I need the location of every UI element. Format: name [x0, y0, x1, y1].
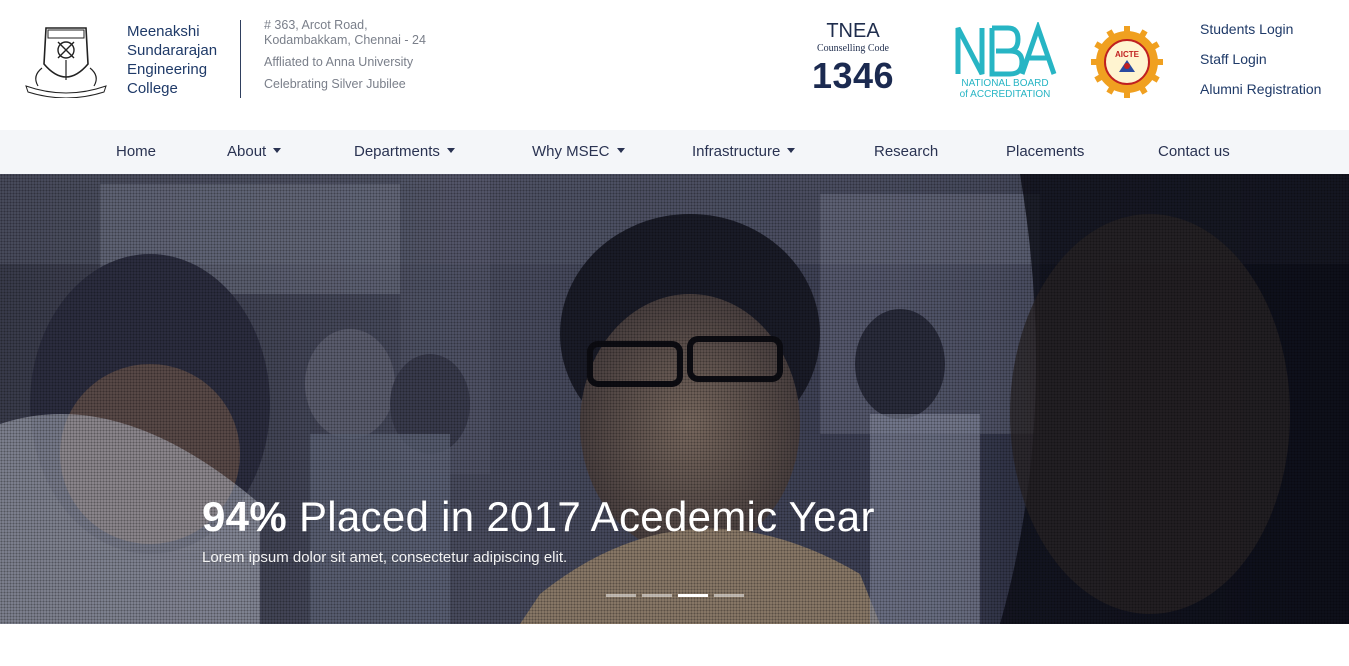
aicte-logo: AICTE [1091, 26, 1163, 98]
nav-item-departments[interactable]: Departments [354, 143, 455, 161]
tnea-counselling-code: TNEA Counselling Code 1346 [805, 20, 901, 97]
tnea-code: 1346 [811, 55, 895, 96]
nav-item-label: About [227, 143, 267, 160]
login-links: Students Login Staff Login Alumni Regist… [1200, 19, 1321, 109]
college-address: # 363, Arcot Road, Kodambakkam, Chennai … [264, 18, 426, 92]
nba-text-line1: NATIONAL BOARD [961, 78, 1048, 89]
nav-item-about[interactable]: About [227, 143, 282, 161]
nav-item-placements[interactable]: Placements [1006, 143, 1084, 161]
alumni-registration-link[interactable]: Alumni Registration [1200, 79, 1321, 99]
hero-title: 94% Placed in 2017 Acedemic Year [202, 492, 875, 542]
main-navigation: Home About Departments Why MSEC Infrastr… [0, 130, 1349, 174]
carousel-indicator-2[interactable] [642, 594, 672, 597]
students-login-link[interactable]: Students Login [1200, 19, 1321, 39]
carousel-indicator-4[interactable] [714, 594, 744, 597]
nav-item-label: Why MSEC [532, 143, 610, 160]
caret-down-icon [616, 148, 625, 153]
carousel-indicator-3[interactable] [678, 594, 708, 597]
caret-down-icon [273, 148, 282, 153]
nba-logo: NATIONAL BOARD of ACCREDITATION [955, 22, 1057, 100]
nav-item-label: Departments [354, 143, 440, 160]
nba-text-line2: of ACCREDITATION [960, 89, 1051, 100]
caret-down-icon [446, 148, 455, 153]
nav-item-label: Infrastructure [692, 143, 781, 160]
hero-carousel[interactable]: 94% Placed in 2017 Acedemic Year Lorem i… [0, 174, 1349, 624]
college-name-line: College [127, 80, 178, 97]
nav-item-label: Home [116, 143, 157, 160]
nav-item-home[interactable]: Home [116, 143, 156, 161]
nav-item-research[interactable]: Research [874, 143, 938, 161]
site-header: Meenakshi Sundararajan Engineering Colle… [0, 0, 1349, 130]
college-name-line: Meenakshi [127, 23, 200, 40]
address-line-1: # 363, Arcot Road, [264, 18, 368, 32]
header-divider [240, 20, 241, 98]
tnea-title: TNEA [826, 20, 880, 42]
college-name-line: Sundararajan [127, 42, 218, 59]
college-name[interactable]: Meenakshi Sundararajan Engineering Colle… [127, 22, 217, 98]
affiliation-text: Affliated to Anna University [264, 55, 414, 69]
carousel-indicator-1[interactable] [606, 594, 636, 597]
tnea-subtitle: Counselling Code [817, 43, 889, 54]
staff-login-link[interactable]: Staff Login [1200, 49, 1321, 69]
caret-down-icon [787, 148, 796, 153]
hero-subtitle: Lorem ipsum dolor sit amet, consectetur … [202, 549, 568, 566]
nav-item-why-msec[interactable]: Why MSEC [532, 143, 625, 161]
address-line-2: Kodambakkam, Chennai - 24 [264, 33, 426, 47]
nav-item-contact-us[interactable]: Contact us [1158, 143, 1230, 161]
nav-item-label: Placements [1006, 143, 1085, 160]
hero-title-highlight: 94% [202, 493, 287, 540]
aicte-text: AICTE [1115, 50, 1140, 59]
jubilee-text: Celebrating Silver Jubilee [264, 77, 406, 91]
hero-title-text: Placed in 2017 Acedemic Year [286, 493, 875, 540]
nav-item-label: Contact us [1158, 143, 1230, 160]
college-crest-logo[interactable] [22, 20, 110, 98]
college-name-line: Engineering [127, 61, 208, 78]
nav-item-label: Research [874, 143, 939, 160]
nav-item-infrastructure[interactable]: Infrastructure [692, 143, 796, 161]
